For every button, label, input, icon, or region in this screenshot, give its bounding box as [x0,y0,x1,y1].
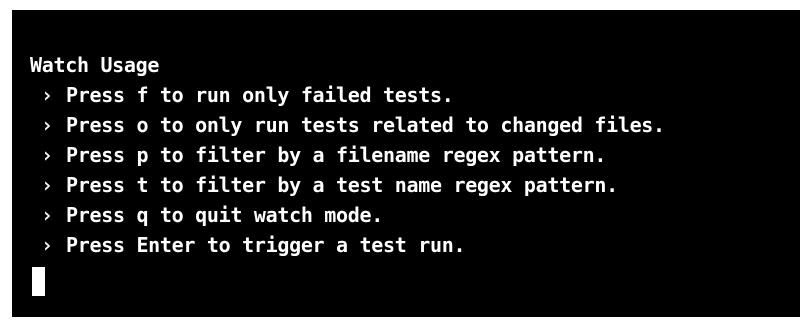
option-text: Press o to only run tests related to cha… [66,113,665,137]
prompt-chevron-icon: › [41,113,53,137]
option-line-changed-files: › Press o to only run tests related to ch… [30,110,800,140]
prompt-chevron-icon: › [41,173,53,197]
option-line-failed-tests: › Press f to run only failed tests. [30,80,800,110]
option-line-testname-filter: › Press t to filter by a test name regex … [30,170,800,200]
prompt-chevron-icon: › [41,203,53,227]
option-text: Press f to run only failed tests. [66,83,454,107]
option-line-filename-filter: › Press p to filter by a filename regex p… [30,140,800,170]
option-line-quit: › Press q to quit watch mode. [30,200,800,230]
option-text: Press t to filter by a test name regex p… [66,173,618,197]
watch-usage-heading: Watch Usage [30,53,160,77]
prompt-chevron-icon: › [41,83,53,107]
prompt-chevron-icon: › [41,233,53,257]
option-text: Press p to filter by a filename regex pa… [66,143,607,167]
text-cursor[interactable] [32,267,45,296]
option-line-trigger-run: › Press Enter to trigger a test run. [30,230,800,260]
option-text: Press q to quit watch mode. [66,203,384,227]
option-text: Press Enter to trigger a test run. [66,233,466,257]
terminal-window[interactable]: Watch Usage › Press f to run only failed … [12,10,800,317]
prompt-chevron-icon: › [41,143,53,167]
